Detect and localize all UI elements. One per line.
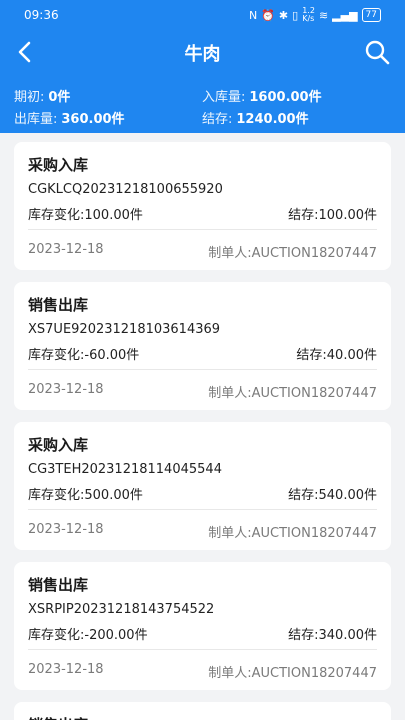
stock-change-label: 库存变化: [28, 208, 85, 223]
record-maker: 制单人:AUCTION18207447 [208, 382, 377, 401]
record-card[interactable]: 销售出库 XS7UE920231218103614369 库存变化:-60.00… [14, 282, 391, 410]
status-bar: 09:36 N ⏰ ✱ ▯ 1.2 K/s ≋ ▂▄▆ 77 [0, 0, 405, 30]
record-type: 销售出库 [28, 714, 88, 720]
record-maker-value: AUCTION18207447 [251, 386, 377, 401]
card-divider [28, 649, 377, 650]
status-time: 09:36 [24, 8, 59, 22]
outbound-label: 出库量: [14, 112, 58, 127]
record-maker: 制单人:AUCTION18207447 [208, 242, 377, 261]
record-card[interactable]: 销售出库 [14, 702, 391, 720]
record-balance: 结存:540.00件 [288, 484, 377, 503]
record-code: CG3TEH20231218114045544 [28, 462, 222, 477]
card-divider [28, 509, 377, 510]
stock-change-label: 库存变化: [28, 628, 85, 643]
record-balance-label: 结存: [288, 488, 319, 503]
alarm-icon: ⏰ [261, 8, 275, 22]
stock-change-value: 500.00件 [84, 488, 143, 503]
inbound-value: 1600.00件 [249, 90, 322, 105]
inbound-stock: 入库量: 1600.00件 [202, 86, 322, 105]
record-code: XS7UE920231218103614369 [28, 322, 221, 337]
bluetooth-icon: ✱ [278, 8, 289, 22]
record-maker-value: AUCTION18207447 [251, 666, 377, 681]
record-balance: 结存:100.00件 [288, 204, 377, 223]
record-maker-label: 制单人: [208, 246, 252, 261]
app-header: 09:36 N ⏰ ✱ ▯ 1.2 K/s ≋ ▂▄▆ 77 牛肉 期初: 0件 … [0, 0, 405, 133]
stock-change-value: -60.00件 [84, 348, 140, 363]
record-balance-label: 结存: [288, 208, 319, 223]
record-maker-label: 制单人: [208, 386, 252, 401]
signal-icon: ▂▄▆ [332, 8, 358, 22]
status-icons: N ⏰ ✱ ▯ 1.2 K/s ≋ ▂▄▆ 77 [249, 7, 381, 23]
record-maker: 制单人:AUCTION18207447 [208, 662, 377, 681]
page-title: 牛肉 [184, 44, 221, 65]
stock-change-value: -200.00件 [84, 628, 148, 643]
record-type: 采购入库 [28, 436, 89, 454]
record-maker-label: 制单人: [208, 666, 252, 681]
outbound-stock: 出库量: 360.00件 [14, 108, 125, 127]
record-date: 2023-12-18 [28, 522, 104, 537]
stock-change: 库存变化:100.00件 [28, 204, 143, 223]
balance-label: 结存: [202, 112, 233, 127]
wifi-icon: ≋ [318, 8, 329, 22]
stock-change-value: 100.00件 [84, 208, 143, 223]
stock-change-label: 库存变化: [28, 488, 85, 503]
opening-label: 期初: [14, 90, 45, 105]
record-balance-value: 40.00件 [326, 348, 377, 363]
record-maker-value: AUCTION18207447 [251, 246, 377, 261]
record-date: 2023-12-18 [28, 382, 104, 397]
stock-change-label: 库存变化: [28, 348, 85, 363]
title-bar: 牛肉 [0, 30, 405, 74]
stock-change: 库存变化:-200.00件 [28, 624, 148, 643]
card-divider [28, 369, 377, 370]
record-balance-label: 结存: [296, 348, 327, 363]
record-type: 采购入库 [28, 156, 89, 174]
record-balance: 结存:340.00件 [288, 624, 377, 643]
search-icon[interactable] [363, 38, 391, 66]
record-date: 2023-12-18 [28, 242, 104, 257]
record-code: CGKLCQ20231218100655920 [28, 182, 223, 197]
record-card[interactable]: 采购入库 CG3TEH20231218114045544 库存变化:500.00… [14, 422, 391, 550]
record-balance: 结存:40.00件 [296, 344, 377, 363]
record-card[interactable]: 销售出库 XSRPIP20231218143754522 库存变化:-200.0… [14, 562, 391, 690]
record-balance-label: 结存: [288, 628, 319, 643]
network-speed: 1.2 K/s [302, 6, 315, 23]
vibrate-icon: ▯ [292, 8, 299, 22]
battery-icon: 77 [361, 8, 381, 22]
record-code: XSRPIP20231218143754522 [28, 602, 215, 617]
balance-stock: 结存: 1240.00件 [202, 108, 309, 127]
record-card[interactable]: 采购入库 CGKLCQ20231218100655920 库存变化:100.00… [14, 142, 391, 270]
nfc-icon: N [248, 8, 258, 22]
record-balance-value: 100.00件 [318, 208, 378, 223]
record-balance-value: 340.00件 [318, 628, 378, 643]
record-maker: 制单人:AUCTION18207447 [208, 522, 377, 541]
stock-change: 库存变化:500.00件 [28, 484, 143, 503]
record-maker-value: AUCTION18207447 [251, 526, 377, 541]
balance-value: 1240.00件 [236, 112, 309, 127]
inbound-label: 入库量: [202, 90, 246, 105]
outbound-value: 360.00件 [61, 112, 125, 127]
opening-value: 0件 [48, 90, 71, 105]
stock-change: 库存变化:-60.00件 [28, 344, 139, 363]
record-date: 2023-12-18 [28, 662, 104, 677]
record-balance-value: 540.00件 [318, 488, 378, 503]
opening-stock: 期初: 0件 [14, 86, 70, 105]
card-divider [28, 229, 377, 230]
record-maker-label: 制单人: [208, 526, 252, 541]
record-type: 销售出库 [28, 576, 89, 594]
record-type: 销售出库 [28, 296, 89, 314]
